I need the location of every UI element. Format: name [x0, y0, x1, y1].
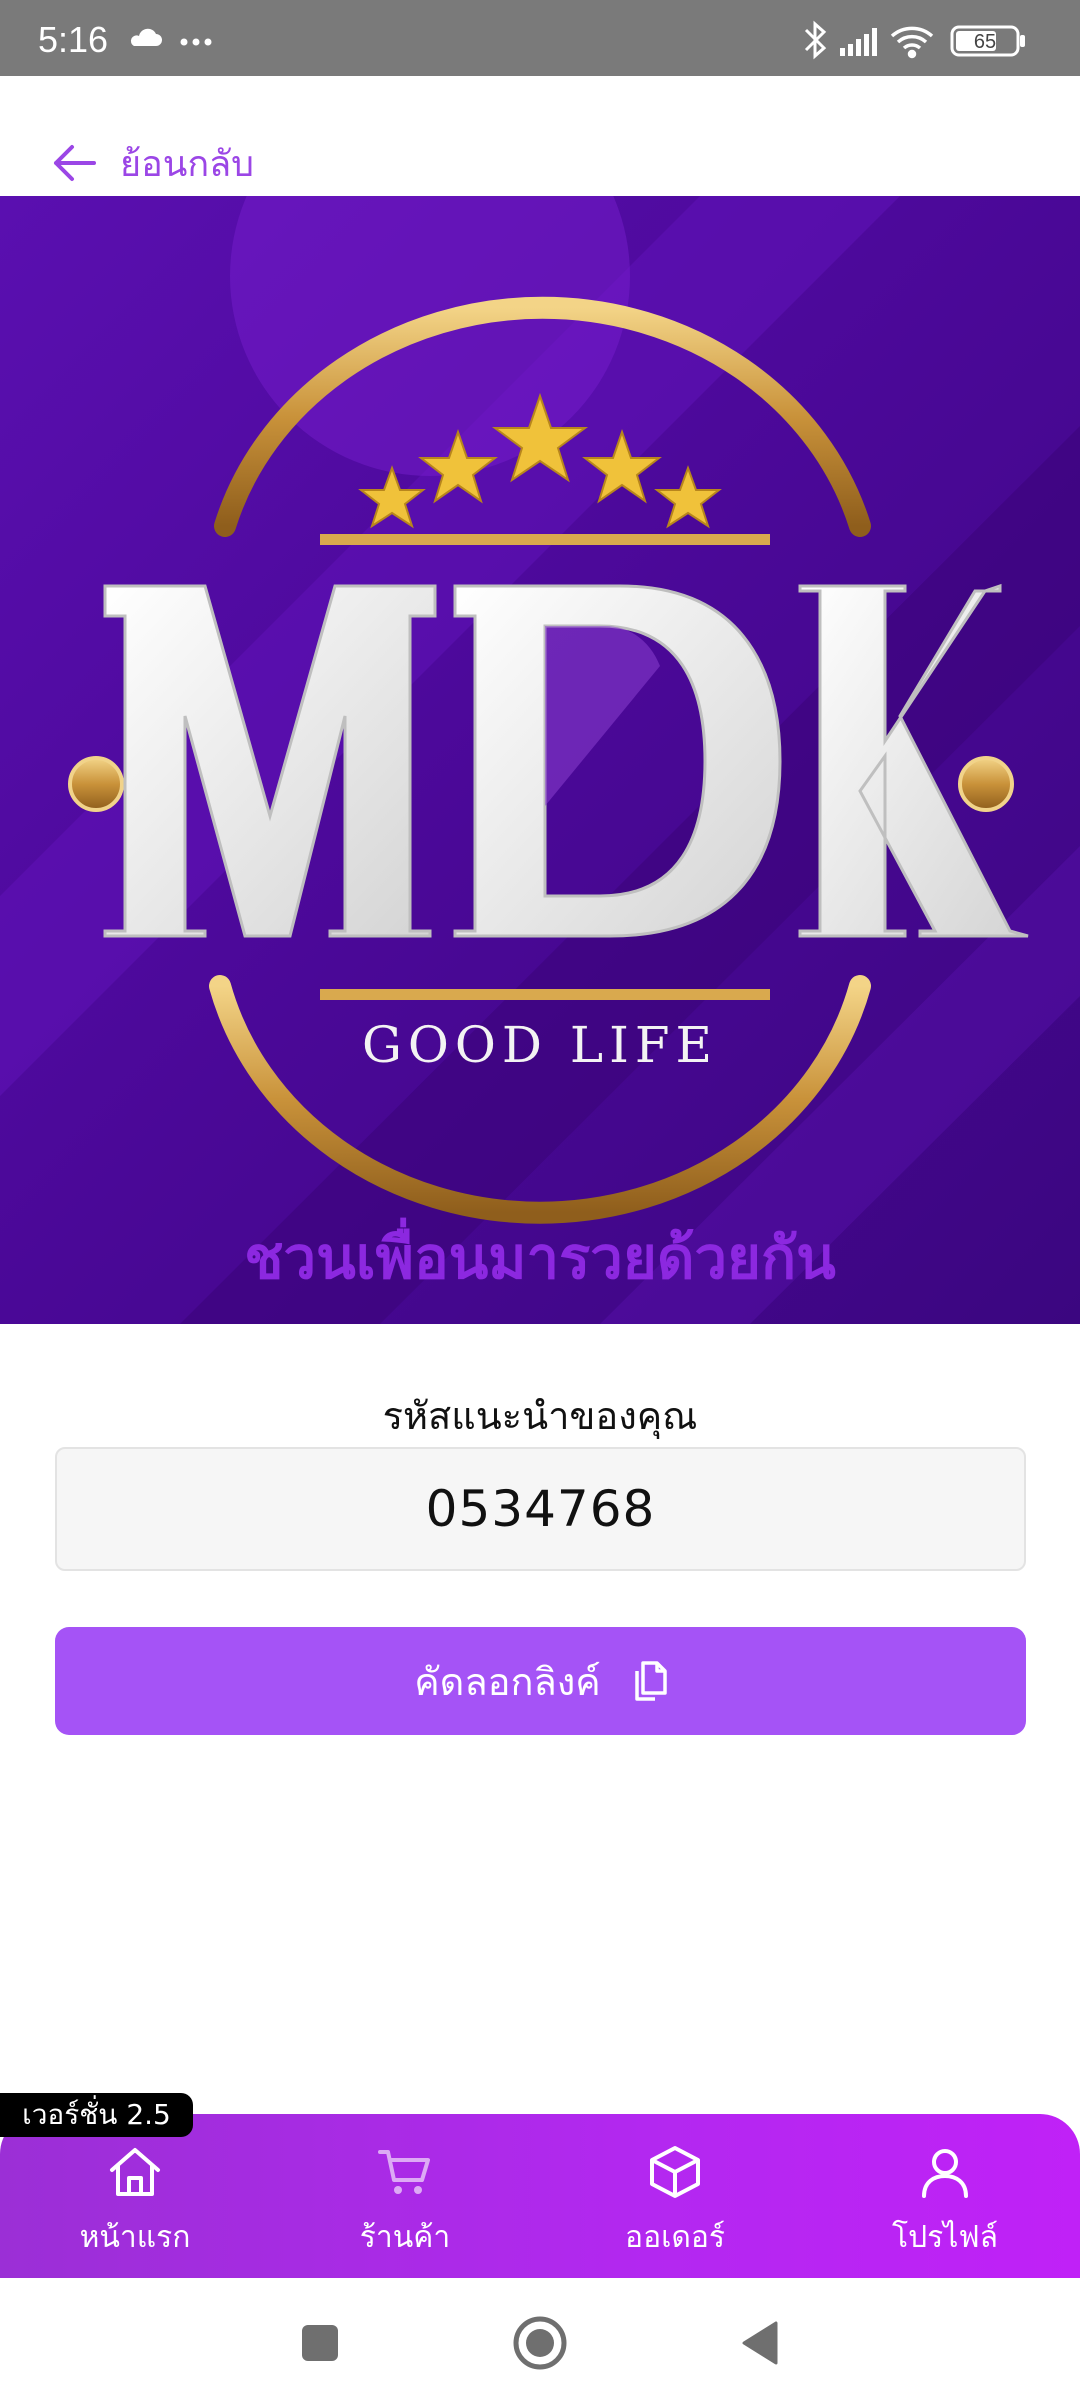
- nav-item-profile[interactable]: โปรไฟล์: [840, 2144, 1050, 2278]
- copy-link-button[interactable]: คัดลอกลิงค์: [55, 1627, 1026, 1735]
- status-bar: 5:16 65: [0, 0, 1080, 76]
- banner-tagline: GOOD LIFE: [362, 1016, 718, 1074]
- battery-level: 65: [974, 31, 996, 53]
- referral-code: 0534768: [425, 1480, 656, 1538]
- more-dots-icon: [180, 38, 212, 46]
- home-icon: [110, 2148, 160, 2196]
- home-system-button[interactable]: [512, 2315, 568, 2371]
- nav-label-profile: โปรไฟล์: [892, 2220, 998, 2255]
- back-button[interactable]: ย้อนกลับ: [50, 128, 254, 198]
- system-nav-bar: [0, 2278, 1080, 2408]
- signal-icon: [840, 28, 877, 56]
- nav-item-shop[interactable]: ร้านค้า: [300, 2144, 510, 2278]
- banner-headline: ชวนเพื่อนมารวยด้วยกัน: [244, 1217, 836, 1292]
- referral-title: รหัสแนะนำของคุณ: [382, 1394, 698, 1438]
- status-time: 5:16: [38, 19, 109, 60]
- nav-label-shop: ร้านค้า: [359, 2220, 451, 2255]
- cloud-icon: [130, 28, 162, 46]
- arrow-left-icon: [54, 145, 96, 181]
- referral-banner: GOOD LIFE ชวนเพื่อนมารวยด้วยกัน: [0, 196, 1080, 1324]
- referral-code-field[interactable]: 0534768: [55, 1447, 1026, 1571]
- bluetooth-icon: [804, 20, 827, 60]
- battery-icon: 65: [950, 25, 1025, 57]
- recents-button[interactable]: [298, 2321, 342, 2365]
- back-label: ย้อนกลับ: [120, 143, 255, 185]
- nav-label-orders: ออเดอร์: [625, 2220, 725, 2255]
- banner-artwork: GOOD LIFE ชวนเพื่อนมารวยด้วยกัน: [0, 196, 1080, 1324]
- bottom-nav: หน้าแรก ร้านค้า ออเดอร์ โปรไฟล์: [0, 2114, 1080, 2278]
- status-right-icons: 65: [804, 20, 1025, 60]
- wifi-icon: [890, 26, 934, 59]
- cart-icon: [378, 2150, 430, 2194]
- nav-item-orders[interactable]: ออเดอร์: [570, 2144, 780, 2278]
- nav-label-home: หน้าแรก: [79, 2220, 191, 2255]
- box-icon: [650, 2146, 700, 2198]
- copy-link-label: คัดลอกลิงค์: [414, 1659, 601, 1704]
- user-icon: [922, 2149, 968, 2198]
- copy-icon: [634, 1661, 667, 1701]
- nav-item-home[interactable]: หน้าแรก: [30, 2144, 240, 2278]
- version-badge: เวอร์ชั่น 2.5: [0, 2093, 193, 2137]
- status-left-icons: [130, 28, 212, 46]
- back-system-button[interactable]: [738, 2319, 782, 2367]
